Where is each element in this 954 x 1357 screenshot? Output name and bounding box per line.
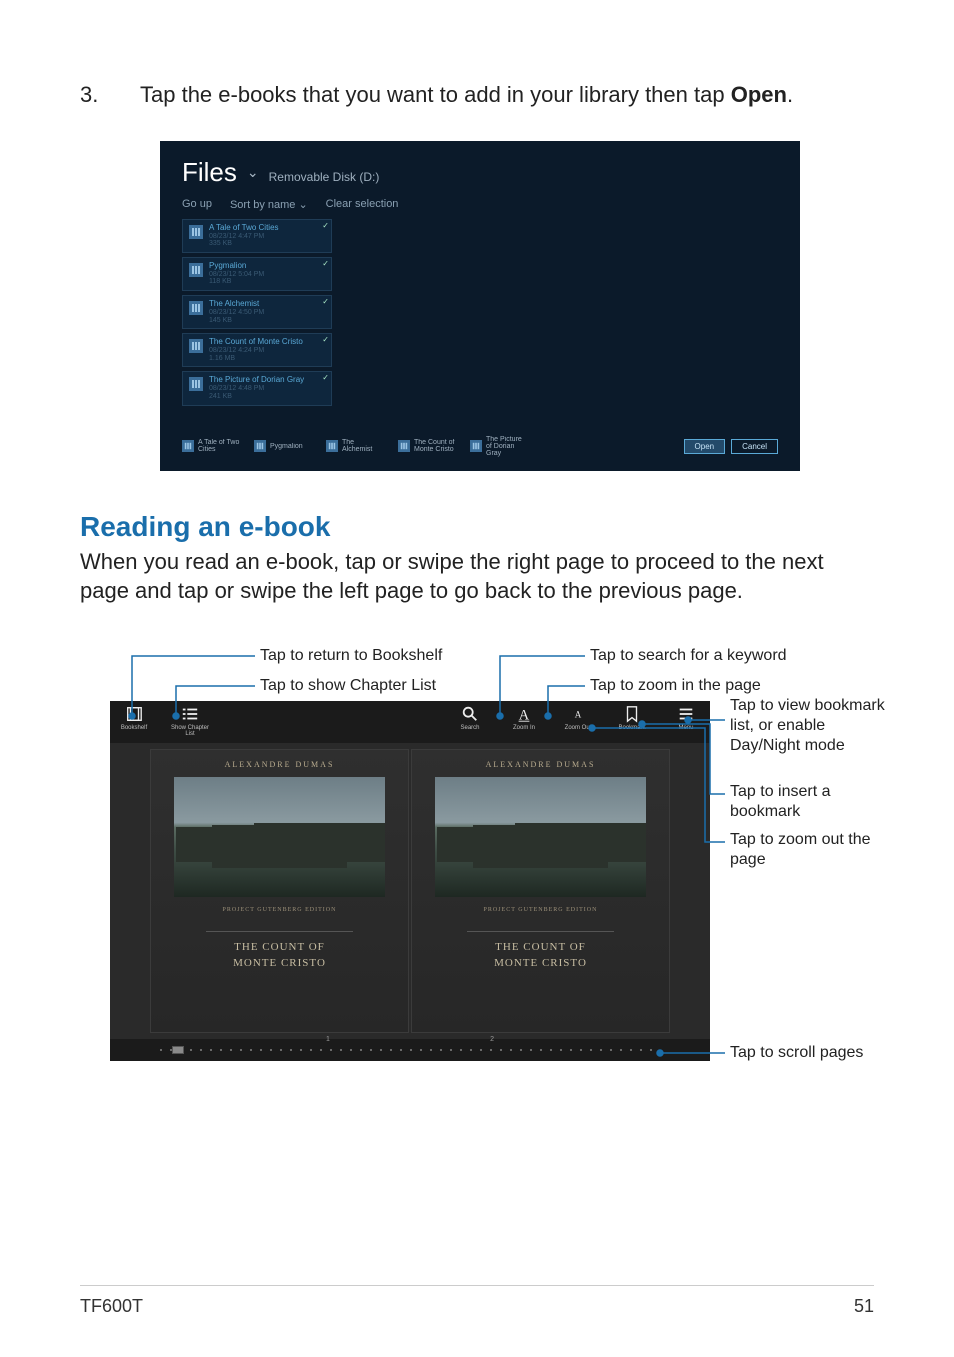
step-text: Tap the e-books that you want to add in … [140, 80, 874, 111]
check-icon: ✓ [322, 297, 329, 306]
file-picker-footer: A Tale of Two Cities Pygmalion The Alche… [182, 436, 778, 457]
file-item[interactable]: Pygmalion 08/23/12 5:04 PM 118 KB ✓ [182, 257, 332, 291]
file-item[interactable]: The Alchemist 08/23/12 4:50 PM 145 KB ✓ [182, 295, 332, 329]
file-size: 335 KB [209, 240, 325, 248]
file-picker-controls: Go up Sort by name ⌄ Clear selection [182, 198, 778, 211]
section-heading: Reading an e-book [80, 511, 874, 543]
file-size: 241 KB [209, 393, 325, 401]
file-list: A Tale of Two Cities 08/23/12 4:47 PM 33… [182, 219, 332, 406]
book-icon [326, 440, 338, 452]
book-icon [470, 440, 482, 452]
file-title: A Tale of Two Cities [209, 224, 325, 233]
file-title: The Count of Monte Cristo [209, 338, 325, 347]
file-size: 118 KB [209, 278, 325, 286]
page-footer: TF600T 51 [80, 1285, 874, 1317]
file-date: 08/23/12 4:47 PM [209, 233, 325, 241]
selected-item[interactable]: A Tale of Two Cities [182, 439, 240, 453]
file-item[interactable]: The Picture of Dorian Gray 08/23/12 4:48… [182, 371, 332, 405]
file-date: 08/23/12 4:48 PM [209, 385, 325, 393]
file-picker-header: Files ⌄ Removable Disk (D:) [182, 157, 778, 188]
book-icon [182, 440, 194, 452]
check-icon: ✓ [322, 373, 329, 382]
file-picker-location: Removable Disk (D:) [269, 170, 380, 184]
selected-item[interactable]: The Alchemist [326, 439, 384, 453]
book-icon [189, 225, 203, 239]
clear-selection-button[interactable]: Clear selection [326, 198, 399, 211]
sort-button[interactable]: Sort by name ⌄ [230, 198, 308, 211]
file-picker-screenshot: Files ⌄ Removable Disk (D:) Go up Sort b… [160, 141, 800, 471]
book-icon [189, 263, 203, 277]
file-date: 08/23/12 4:24 PM [209, 347, 325, 355]
go-up-button[interactable]: Go up [182, 198, 212, 211]
file-title: The Picture of Dorian Gray [209, 376, 325, 385]
selected-item[interactable]: The Picture of Dorian Gray [470, 436, 528, 457]
file-item[interactable]: The Count of Monte Cristo 08/23/12 4:24 … [182, 333, 332, 367]
cancel-button[interactable]: Cancel [731, 439, 778, 454]
book-icon [254, 440, 266, 452]
file-title: Pygmalion [209, 262, 325, 271]
file-title: The Alchemist [209, 300, 325, 309]
book-icon [189, 339, 203, 353]
open-button[interactable]: Open [684, 439, 726, 454]
file-date: 08/23/12 4:50 PM [209, 309, 325, 317]
chevron-down-icon[interactable]: ⌄ [247, 164, 259, 181]
file-picker-title[interactable]: Files [182, 157, 237, 188]
check-icon: ✓ [322, 259, 329, 268]
chevron-down-icon: ⌄ [298, 199, 307, 211]
file-item[interactable]: A Tale of Two Cities 08/23/12 4:47 PM 33… [182, 219, 332, 253]
check-icon: ✓ [322, 221, 329, 230]
footer-model: TF600T [80, 1296, 143, 1317]
section-body: When you read an e-book, tap or swipe th… [80, 547, 874, 606]
selected-item[interactable]: Pygmalion [254, 440, 312, 452]
check-icon: ✓ [322, 335, 329, 344]
file-size: 145 KB [209, 317, 325, 325]
file-date: 08/23/12 5:04 PM [209, 271, 325, 279]
book-icon [189, 377, 203, 391]
instruction-step: 3. Tap the e-books that you want to add … [80, 80, 874, 111]
selected-item[interactable]: The Count of Monte Cristo [398, 439, 456, 453]
book-icon [398, 440, 410, 452]
file-size: 1.16 MB [209, 355, 325, 363]
step-number: 3. [80, 80, 140, 111]
footer-page-number: 51 [854, 1296, 874, 1317]
leader-lines [110, 646, 910, 1076]
book-icon [189, 301, 203, 315]
